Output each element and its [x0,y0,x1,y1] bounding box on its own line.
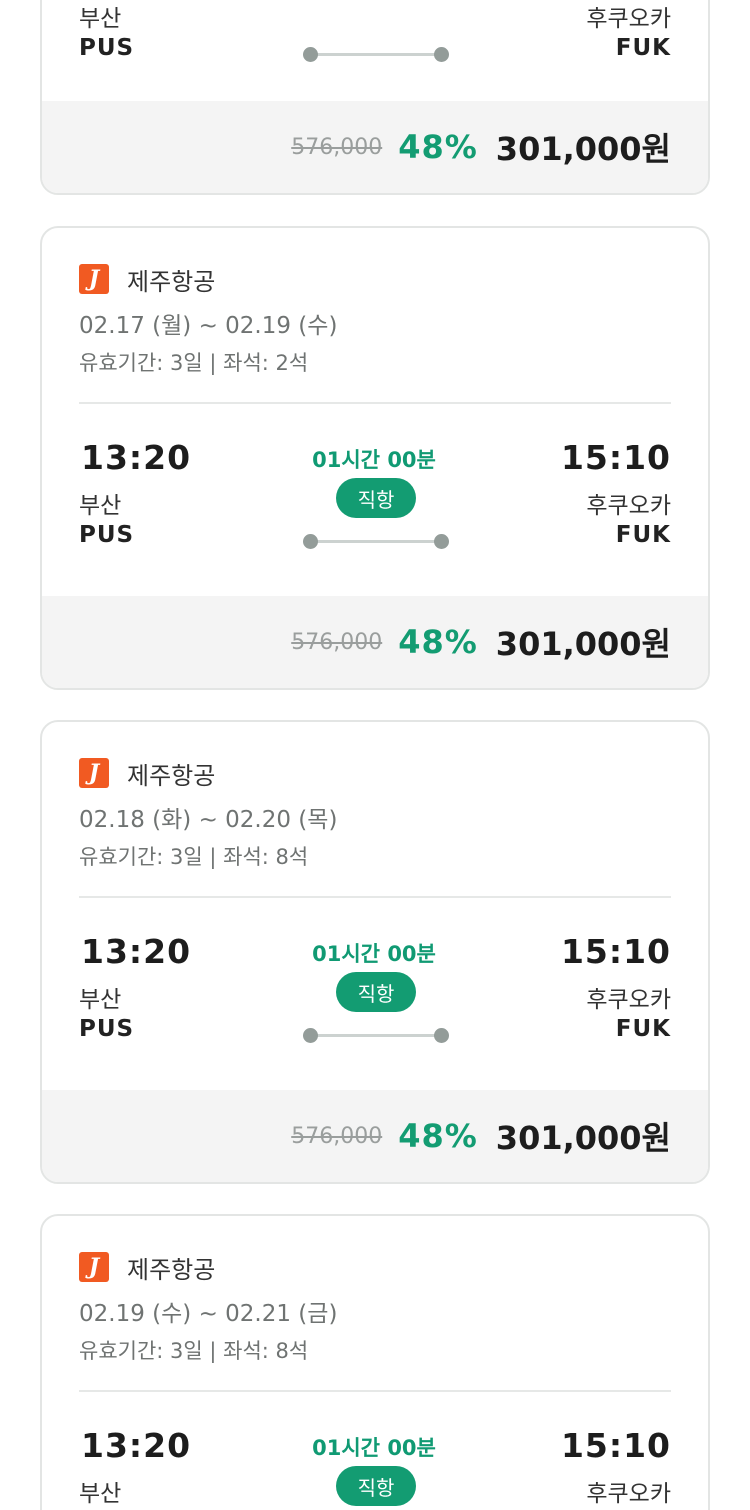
original-price: 576,000 [291,134,383,160]
price-bar: 576,000 48% 301,000원 [42,596,708,688]
arrival-city: 후쿠오카 [586,987,671,1013]
jeju-air-logo-icon: J [79,1252,109,1282]
departure-code: PUS [79,35,135,61]
departure-dot [303,1028,318,1043]
discount-rate: 48% [398,1117,478,1155]
travel-dates: 02.19 (수) ~ 02.21 (금) [79,1301,338,1327]
arrival-dot [434,47,449,62]
arrival-time: 15:10 [560,932,671,971]
route-bar [309,1034,443,1037]
airline-name: 제주항공 [127,761,216,790]
route-line [303,47,449,62]
flight-info: 13:20 부산 PUS 01시간 00분 직항 15:10 후쿠오카 FUK [79,404,671,554]
validity-seats: 유효기간: 3일 | 좌석: 8석 [79,1339,309,1363]
departure-code: PUS [79,522,135,548]
airline-row: J 제주항공 [79,1252,671,1284]
final-price: 301,000원 [495,1119,671,1157]
direct-flight-badge: 직항 [336,478,416,518]
route-line [303,534,449,549]
original-price: 576,000 [291,629,383,655]
price-bar: 576,000 48% 301,000원 [42,101,708,193]
flight-duration: 01시간 00분 [312,942,436,966]
departure-time: 13:20 [81,932,192,971]
arrival-code: FUK [615,1016,671,1042]
arrival-city: 후쿠오카 [586,493,671,519]
departure-dot [303,534,318,549]
departure-dot [303,47,318,62]
flight-card[interactable]: J 제주항공 02.17 (월) ~ 02.19 (수) 유효기간: 3일 | … [40,226,710,690]
arrival-dot [434,1028,449,1043]
arrival-city: 후쿠오카 [586,6,671,32]
validity-seats: 유효기간: 3일 | 좌석: 2석 [79,351,309,375]
departure-time: 13:20 [81,1426,192,1465]
jeju-air-logo-icon: J [79,264,109,294]
arrival-city: 후쿠오카 [586,1481,671,1507]
validity-seats: 유효기간: 3일 | 좌석: 8석 [79,845,309,869]
flight-card[interactable]: J 제주항공 02.18 (화) ~ 02.20 (목) 유효기간: 3일 | … [40,720,710,1184]
airline-row: J 제주항공 [79,758,671,790]
departure-time: 13:20 [81,438,192,477]
arrival-code: FUK [615,522,671,548]
final-price: 301,000원 [495,625,671,663]
jeju-air-logo-icon: J [79,758,109,788]
flight-card[interactable]: J 제주항공 02.19 (수) ~ 02.21 (금) 유효기간: 3일 | … [40,1214,710,1510]
final-price: 301,000원 [495,130,671,168]
travel-dates: 02.17 (월) ~ 02.19 (수) [79,313,338,339]
route-bar [309,540,443,543]
flight-info: 부산 PUS 직항 후쿠오카 FUK [79,0,671,105]
arrival-code: FUK [615,35,671,61]
discount-rate: 48% [398,128,478,166]
departure-city: 부산 [79,1481,122,1507]
flight-info: 13:20 부산 01시간 00분 직항 15:10 후쿠오카 [79,1392,671,1510]
arrival-time: 15:10 [560,1426,671,1465]
departure-city: 부산 [79,493,122,519]
arrival-time: 15:10 [560,438,671,477]
departure-code: PUS [79,1016,135,1042]
direct-flight-badge: 직항 [336,972,416,1012]
price-bar: 576,000 48% 301,000원 [42,1090,708,1182]
flight-card[interactable]: 부산 PUS 직항 후쿠오카 FUK 576,000 48% 301,000원 [40,0,710,195]
flight-duration: 01시간 00분 [312,1436,436,1460]
discount-rate: 48% [398,623,478,661]
original-price: 576,000 [291,1123,383,1149]
flight-duration: 01시간 00분 [312,448,436,472]
direct-flight-badge: 직항 [336,1466,416,1506]
departure-city: 부산 [79,6,122,32]
route-bar [309,53,443,56]
airline-name: 제주항공 [127,1255,216,1284]
flight-info: 13:20 부산 PUS 01시간 00분 직항 15:10 후쿠오카 FUK [79,898,671,1048]
departure-city: 부산 [79,987,122,1013]
airline-row: J 제주항공 [79,264,671,296]
airline-name: 제주항공 [127,267,216,296]
travel-dates: 02.18 (화) ~ 02.20 (목) [79,807,338,833]
arrival-dot [434,534,449,549]
route-line [303,1028,449,1043]
